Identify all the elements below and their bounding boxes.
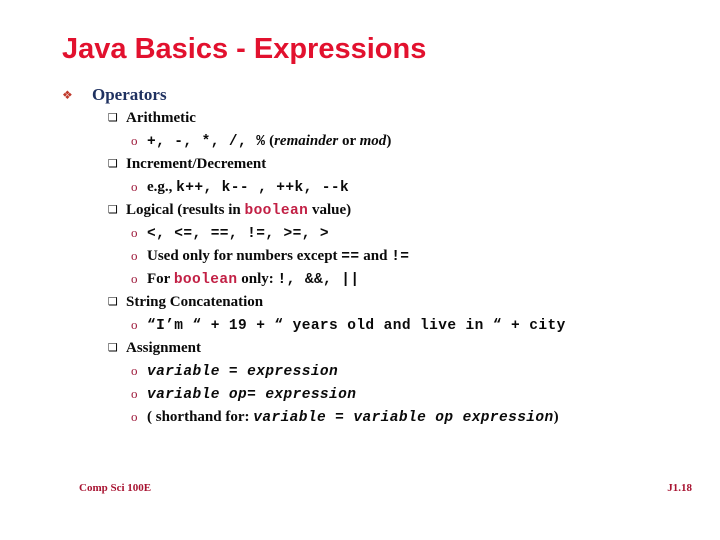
- text-run: ( shorthand for:: [147, 409, 254, 425]
- text-run: ): [553, 409, 559, 425]
- outline-level2-label: String Concatenation: [126, 290, 263, 314]
- outline-level3-label: variable = expression: [147, 360, 338, 384]
- outline-level1-operators: ❖ Operators: [0, 84, 720, 106]
- circle-bullet-icon: o: [131, 363, 138, 378]
- circle-bullet-icon: o: [131, 133, 138, 148]
- text-run: e.g.,: [147, 179, 177, 195]
- outline-level2-heading: ❑ String Concatenation: [0, 290, 720, 313]
- outline-level3-label: variable op= expression: [147, 383, 356, 407]
- text-run: variable = variable op expression: [253, 410, 554, 426]
- outline-level2-heading: ❑ Logical (results in boolean value): [0, 198, 720, 221]
- text-run: mod: [359, 133, 387, 149]
- circle-bullet-icon: o: [131, 225, 138, 240]
- text-run: (: [265, 133, 275, 149]
- outline-level3-item: o ( shorthand for: variable = variable op…: [0, 405, 720, 428]
- text-run: variable = expression: [147, 364, 339, 380]
- circle-bullet-icon: o: [131, 248, 138, 263]
- outline-level3-label: +, -, *, /, % (remainder or mod): [147, 130, 391, 154]
- footer-course-label: Comp Sci 100E: [79, 482, 152, 494]
- square-bullet-icon: ❑: [108, 341, 118, 354]
- text-run: Increment/Decrement: [126, 156, 267, 172]
- outline-level3-item: o Used only for numbers except == and !=: [0, 244, 720, 267]
- outline-level3-label: e.g., k++, k-- , ++k, --k: [147, 176, 349, 200]
- outline-level2-label: Arithmetic: [126, 106, 196, 130]
- footer-page-number: J1.18: [667, 482, 692, 494]
- outline-level3-item: o +, -, *, /, % (remainder or mod): [0, 129, 720, 152]
- outline-level3-item: o “I’m “ + 19 + “ years old and live in “…: [0, 313, 720, 336]
- text-run: !=: [391, 249, 410, 265]
- circle-bullet-icon: o: [131, 271, 138, 286]
- text-run: “I’m “ + 19 + “ years old and live in “ …: [147, 318, 566, 334]
- text-run: For: [147, 271, 174, 287]
- outline-level2-heading: ❑ Increment/Decrement: [0, 152, 720, 175]
- outline-level2-label: Assignment: [126, 336, 201, 360]
- outline-level3-item: o variable op= expression: [0, 382, 720, 405]
- outline-level3-label: ( shorthand for: variable = variable op …: [147, 406, 559, 430]
- text-run: boolean: [244, 203, 309, 219]
- outline-groups: ❑ Arithmetic o +, -, *, /, % (remainder or …: [0, 106, 720, 428]
- text-run: value): [308, 202, 352, 218]
- outline-level3-item: o e.g., k++, k-- , ++k, --k: [0, 175, 720, 198]
- square-bullet-icon: ❑: [108, 203, 118, 216]
- text-run: Arithmetic: [126, 110, 196, 126]
- circle-bullet-icon: o: [131, 409, 138, 424]
- diamond-bullet-icon: ❖: [62, 88, 73, 102]
- text-run: +, -, *, /, %: [147, 134, 266, 150]
- outline-level3-item: o <, <=, ==, !=, >=, >: [0, 221, 720, 244]
- page-title: Java Basics - Expressions: [62, 33, 427, 65]
- outline-level3-label: Used only for numbers except == and !=: [147, 245, 409, 269]
- outline-level2-heading: ❑ Arithmetic: [0, 106, 720, 129]
- slide: Java Basics - Expressions ❖ Operators ❑ A…: [0, 0, 720, 540]
- outline-level3-item: o variable = expression: [0, 359, 720, 382]
- text-run: or: [338, 133, 360, 149]
- text-run: only:: [237, 271, 278, 287]
- text-run: Assignment: [126, 340, 202, 356]
- outline-level2-label: Logical (results in boolean value): [126, 198, 351, 223]
- text-run: String Concatenation: [126, 294, 264, 310]
- outline-level2-heading: ❑ Assignment: [0, 336, 720, 359]
- text-run: <, <=, ==, !=, >=, >: [147, 226, 330, 242]
- text-run: !, &&, ||: [277, 272, 360, 288]
- text-run: Logical (results in: [126, 202, 245, 218]
- outline-level3-label: “I’m “ + 19 + “ years old and live in “ …: [147, 314, 566, 338]
- outline-level3-label: For boolean only: !, &&, ||: [147, 268, 359, 292]
- text-run: remainder: [274, 133, 339, 149]
- circle-bullet-icon: o: [131, 179, 138, 194]
- outline-level3-label: <, <=, ==, !=, >=, >: [147, 222, 329, 246]
- text-run: and: [359, 248, 392, 264]
- outline-level2-label: Increment/Decrement: [126, 152, 266, 176]
- circle-bullet-icon: o: [131, 386, 138, 401]
- text-run: k++, k-- , ++k, --k: [176, 180, 350, 196]
- square-bullet-icon: ❑: [108, 111, 118, 124]
- text-run: ): [386, 133, 392, 149]
- text-run: Used only for numbers except: [147, 248, 342, 264]
- square-bullet-icon: ❑: [108, 157, 118, 170]
- circle-bullet-icon: o: [131, 317, 138, 332]
- outline-level3-item: o For boolean only: !, &&, ||: [0, 267, 720, 290]
- square-bullet-icon: ❑: [108, 295, 118, 308]
- outline-body: ❖ Operators ❑ Arithmetic o +, -, *, /, % (r…: [0, 84, 720, 428]
- outline-level1-label: Operators: [92, 85, 167, 104]
- text-run: boolean: [173, 272, 238, 288]
- text-run: variable op= expression: [147, 387, 357, 403]
- text-run: ==: [341, 249, 360, 265]
